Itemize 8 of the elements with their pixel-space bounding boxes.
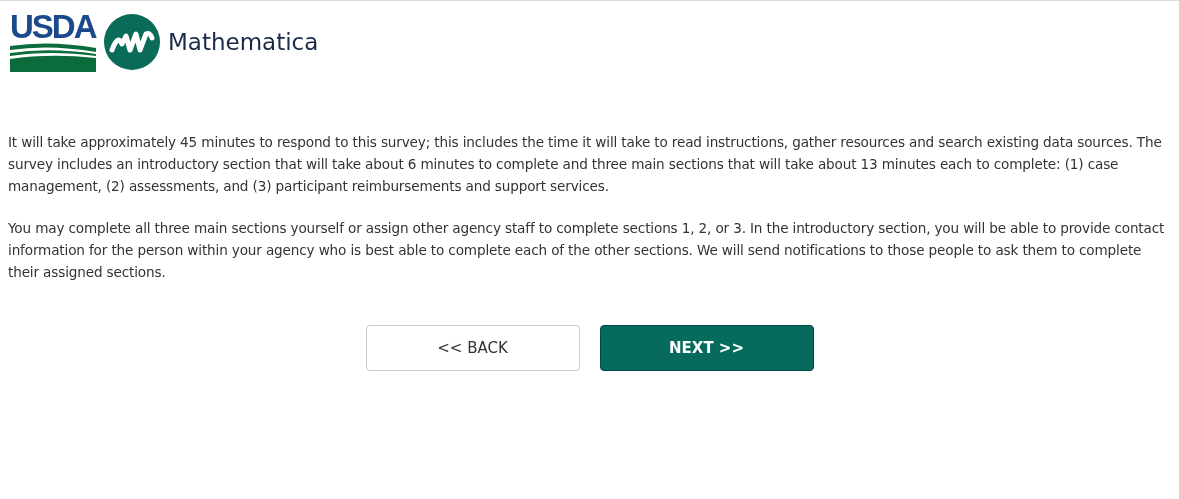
logo-text: USDA — [10, 12, 96, 42]
logo-icon — [104, 14, 160, 70]
next-button[interactable]: NEXT >> — [599, 325, 814, 371]
field-icon — [10, 42, 96, 72]
back-button[interactable]: << BACK — [365, 325, 580, 371]
logo-text: Mathematica — [168, 29, 319, 55]
paragraph: It will take approximately 45 minutes to respond to this survey; this includes the time it will take to read instructions, gather resources and search existing data sources. The survey includes an introductory section that will take about 6 minutes to complete and three main sections that will take about 13 minutes each to complete: (1) case management, (2) assessments, and (3) participant reimbursements and support services. — [8, 133, 1163, 196]
paragraph: You may complete all three main sections yourself or assign other agency staff to complete sections 1, 2, or 3. In the introductory section, you will be able to provide contact information for the person within your agency who is best able to complete each of the other sections. We will send notifications to those people to ask them to complete their assigned sections. — [8, 219, 1166, 282]
